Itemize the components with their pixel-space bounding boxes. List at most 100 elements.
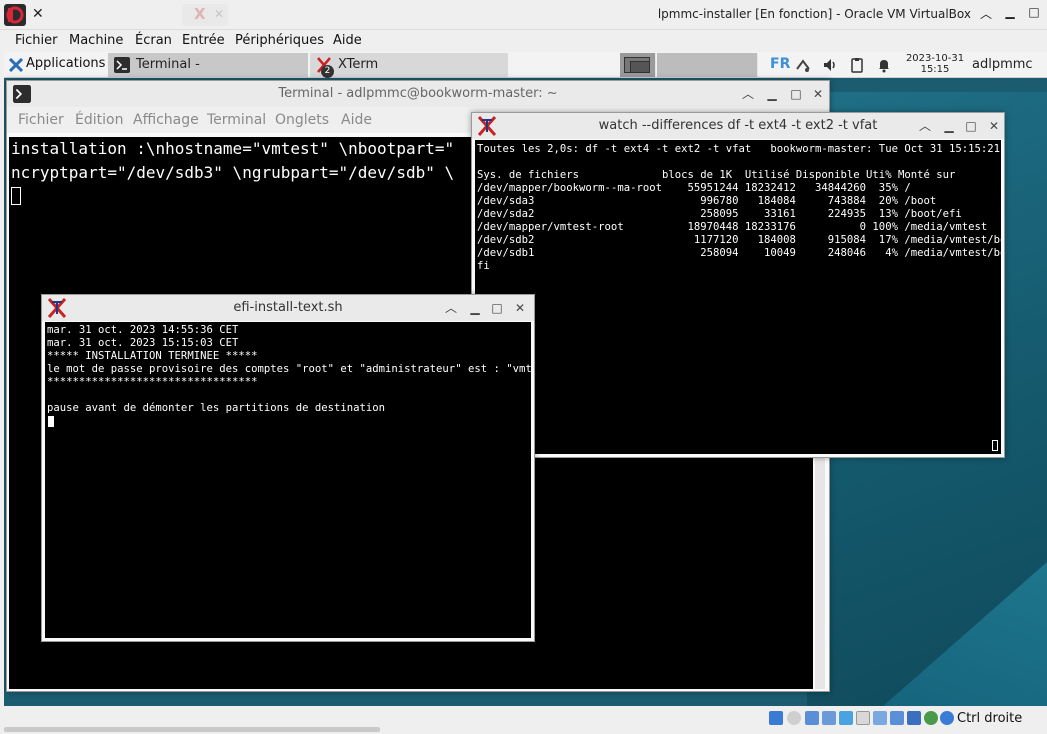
watch-line: /dev/mapper/vmtest-root 18970448 1823317… — [477, 221, 988, 233]
minimize-button[interactable]: ▁ — [763, 81, 781, 107]
clock[interactable]: 2023-10-31 15:15 — [904, 53, 966, 75]
window-title: lpmmc-installer [En fonction] - Oracle V… — [657, 7, 971, 21]
terminal-line: ncryptpart="/dev/sdb3" \ngrubpart="/dev/… — [11, 163, 455, 182]
virtualbox-titlebar: ✕ X ✕ lpmmc-installer [En fonction] - Ora… — [0, 0, 1047, 30]
virtualbox-menubar: Fichier Machine Écran Entrée Périphériqu… — [0, 30, 1047, 52]
terminal-title: Terminal - adlpmmc@bookworm-master: ~ — [278, 86, 558, 101]
terminal-icon — [13, 85, 31, 103]
watch-titlebar: watch --differences df -t ext4 -t ext2 -… — [472, 113, 1004, 139]
host-key-label: Ctrl droite — [957, 711, 1023, 726]
menu-fichier[interactable]: Fichier — [15, 33, 58, 48]
efi-line: le mot de passe provisoire des comptes "… — [47, 363, 531, 375]
recording-icon[interactable] — [890, 711, 904, 725]
workspace-window-thumb — [630, 61, 650, 73]
close-button[interactable]: ✕ — [809, 81, 827, 107]
notification-bell-icon[interactable] — [876, 57, 892, 73]
minimize-button[interactable]: ▁ — [1002, 5, 1018, 23]
top-panel: Applications ⋮ Terminal - adlpmmc@boo...… — [4, 52, 1047, 96]
maximize-button[interactable]: □ — [488, 295, 506, 321]
close-button[interactable]: ✕ — [511, 295, 529, 321]
keyboard-layout-indicator[interactable]: FR — [770, 56, 790, 72]
watch-output[interactable]: Toutes les 2,0s: df -t ext4 -t ext2 -t v… — [475, 140, 1001, 454]
ghost-xterm-preview: X ✕ — [182, 4, 228, 26]
task-xterm-label: XTerm — [338, 57, 379, 72]
optical-drive-icon[interactable] — [787, 711, 801, 725]
efi-line: mar. 31 oct. 2023 15:15:03 CET — [47, 337, 239, 349]
keep-above-button[interactable]: ︿ — [978, 5, 994, 23]
audio-icon[interactable] — [805, 711, 819, 725]
network-icon[interactable] — [795, 57, 811, 73]
maximize-button[interactable]: □ — [962, 113, 980, 139]
menu-aide[interactable]: Aide — [333, 33, 362, 48]
watch-line: fi — [477, 260, 490, 272]
workspace-4[interactable] — [722, 53, 758, 77]
terminal-menu-onglets[interactable]: Onglets — [275, 112, 329, 128]
minimize-button[interactable]: ▁ — [940, 113, 958, 139]
terminal-menu-terminal[interactable]: Terminal — [207, 112, 266, 128]
efi-title: efi-install-text.sh — [233, 300, 343, 315]
mouse-integration-icon[interactable] — [940, 711, 954, 725]
terminal-line: installation :\nhostname="vmtest" \nboot… — [11, 139, 455, 158]
hard-disk-icon[interactable] — [769, 711, 783, 725]
watch-title: watch --differences df -t ext4 -t ext2 -… — [598, 118, 878, 133]
virtualbox-logo-icon — [4, 4, 26, 26]
watch-line: /dev/sda3 996780 184084 743884 20% /boot — [477, 195, 937, 207]
keep-above-button[interactable]: ︿ — [442, 295, 460, 321]
terminal-titlebar: Terminal - adlpmmc@bookworm-master: ~ ︿ … — [7, 81, 829, 107]
efi-line: pause avant de démonter les partitions d… — [47, 402, 386, 414]
watch-line: /dev/sdb1 258094 10049 248046 4% /media/… — [477, 247, 1001, 259]
terminal-menu-aide[interactable]: Aide — [341, 112, 372, 128]
task-count-badge: 2 — [321, 65, 334, 78]
menu-machine[interactable]: Machine — [69, 33, 123, 48]
keep-above-button[interactable]: ︿ — [916, 113, 934, 139]
xterm-icon — [477, 116, 497, 136]
watch-line: /dev/mapper/bookworm--ma-root 55951244 1… — [477, 182, 911, 194]
efi-install-window: efi-install-text.sh ︿ ▁ □ ✕ mar. 31 oct.… — [41, 294, 535, 642]
terminal-menu-affichage[interactable]: Affichage — [133, 112, 199, 128]
menu-peripheriques[interactable]: Périphériques — [235, 33, 324, 48]
workspace-1[interactable] — [620, 53, 656, 77]
efi-line: ********************************* — [47, 376, 258, 388]
guest-additions-icon[interactable] — [924, 711, 938, 725]
keep-above-button[interactable]: ︿ — [739, 81, 757, 107]
cpu-icon[interactable] — [907, 711, 921, 725]
menu-entree[interactable]: Entrée — [182, 33, 225, 48]
guest-desktop: Applications ⋮ Terminal - adlpmmc@boo...… — [4, 52, 1047, 706]
watch-xterm-window: watch --differences df -t ext4 -t ext2 -… — [471, 112, 1005, 458]
efi-output[interactable]: mar. 31 oct. 2023 14:55:36 CET mar. 31 o… — [45, 322, 531, 638]
network-adapter-icon[interactable] — [822, 711, 836, 725]
close-button[interactable]: ✕ — [985, 113, 1003, 139]
watch-cursor — [992, 440, 998, 451]
workspace-2[interactable] — [657, 53, 693, 77]
watch-line: Sys. de fichiers blocs de 1K Utilisé Dis… — [477, 169, 956, 181]
terminal-icon — [114, 57, 130, 73]
clipboard-icon[interactable] — [849, 57, 865, 73]
terminal-cursor — [11, 187, 21, 205]
display-icon[interactable] — [873, 711, 887, 725]
shared-folders-icon[interactable] — [856, 711, 870, 725]
maximize-button[interactable]: □ — [787, 81, 805, 107]
terminal-menu-fichier[interactable]: Fichier — [18, 112, 64, 128]
applications-label: Applications — [26, 56, 106, 71]
terminal-menu-edition[interactable]: Édition — [75, 112, 123, 128]
clock-date: 2023-10-31 — [905, 53, 965, 64]
watch-line: Toutes les 2,0s: df -t ext4 -t ext2 -t v… — [477, 143, 1001, 155]
watch-line: /dev/sda2 258095 33161 224935 13% /boot/… — [477, 208, 962, 220]
minimize-button[interactable]: ▁ — [466, 295, 484, 321]
user-menu[interactable]: adlpmmc — [972, 57, 1033, 72]
usb-icon[interactable] — [839, 711, 853, 725]
efi-line: ***** INSTALLATION TERMINEE ***** — [47, 350, 258, 362]
task-xterm[interactable]: 2 XTerm — [310, 53, 508, 78]
volume-icon[interactable] — [822, 57, 838, 73]
menu-ecran[interactable]: Écran — [135, 33, 172, 48]
task-terminal[interactable]: Terminal - adlpmmc@boo... — [108, 53, 308, 96]
xfce-mouse-icon — [9, 58, 23, 72]
efi-cursor — [48, 416, 54, 427]
xterm-icon — [47, 298, 67, 318]
close-icon[interactable]: ✕ — [32, 6, 44, 22]
maximize-button[interactable]: □ — [1026, 5, 1042, 23]
watch-line: /dev/sdb2 1177120 184008 915084 17% /med… — [477, 234, 1001, 246]
efi-titlebar: efi-install-text.sh ︿ ▁ □ ✕ — [42, 295, 534, 321]
horizontal-scrollbar[interactable] — [4, 727, 380, 732]
clock-time: 15:15 — [920, 64, 950, 75]
